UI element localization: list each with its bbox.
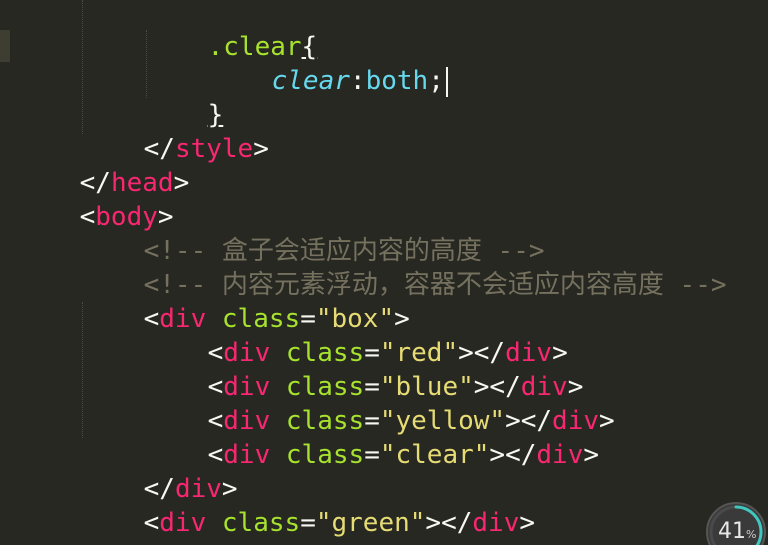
code-editor[interactable]: .clear{ clear:both; } </style> </head> <… xyxy=(0,0,768,545)
tag-name: div xyxy=(472,508,520,538)
tag-close-bracket: > xyxy=(253,134,269,164)
attribute-name: class xyxy=(285,440,365,470)
attribute-value: "green" xyxy=(315,508,426,538)
colon: : xyxy=(349,66,366,96)
tag-close-bracket: > xyxy=(599,406,615,436)
tag-close-bracket: > xyxy=(583,440,600,470)
code-line[interactable]: <div class="blue"></div> xyxy=(145,336,584,402)
attribute-name: class xyxy=(221,508,301,538)
attribute-value: "clear" xyxy=(379,440,490,470)
code-line[interactable]: <div class="green"></div> xyxy=(81,472,535,538)
tag-close-bracket: > xyxy=(519,508,536,538)
code-line[interactable]: .clear{ xyxy=(145,0,318,62)
semicolon: ; xyxy=(428,66,444,96)
code-line[interactable]: <div class="clear"></div> xyxy=(145,404,599,470)
zoom-label: 41% xyxy=(718,519,756,544)
zoom-indicator[interactable]: 41% xyxy=(706,502,766,545)
code-line[interactable]: <div class="red"></div> xyxy=(145,302,568,368)
current-line-marker xyxy=(0,30,10,62)
code-line[interactable]: <div class="yellow"></div> xyxy=(145,370,615,436)
code-line[interactable]: <!-- 内容元素浮动，容器不会适应内容高度 --> xyxy=(81,234,727,300)
text-cursor xyxy=(445,66,448,97)
code-line[interactable]: </head> xyxy=(17,132,190,198)
code-line[interactable]: <body> xyxy=(17,166,174,232)
code-line[interactable]: </style> xyxy=(81,98,269,164)
code-line[interactable]: <!-- 盒子会适应内容的高度 --> xyxy=(81,200,545,266)
equals-sign: = xyxy=(300,508,316,538)
css-value: both xyxy=(365,66,429,96)
code-line[interactable]: } xyxy=(145,64,224,130)
equals-sign: = xyxy=(364,440,380,470)
tag-mid-bracket: ></ xyxy=(425,508,473,538)
zoom-value: 41 xyxy=(718,519,746,544)
zoom-unit: % xyxy=(746,528,757,541)
tag-mid-bracket: ></ xyxy=(489,440,537,470)
code-line[interactable]: <div class="box"> xyxy=(81,268,410,334)
code-line-active[interactable]: clear:both; xyxy=(209,30,448,97)
code-line[interactable]: </body> xyxy=(17,506,190,545)
css-property: clear xyxy=(271,66,350,96)
tag-close-bracket: > xyxy=(173,168,190,198)
code-line[interactable]: </div> xyxy=(81,438,238,504)
tag-name: div xyxy=(536,440,584,470)
